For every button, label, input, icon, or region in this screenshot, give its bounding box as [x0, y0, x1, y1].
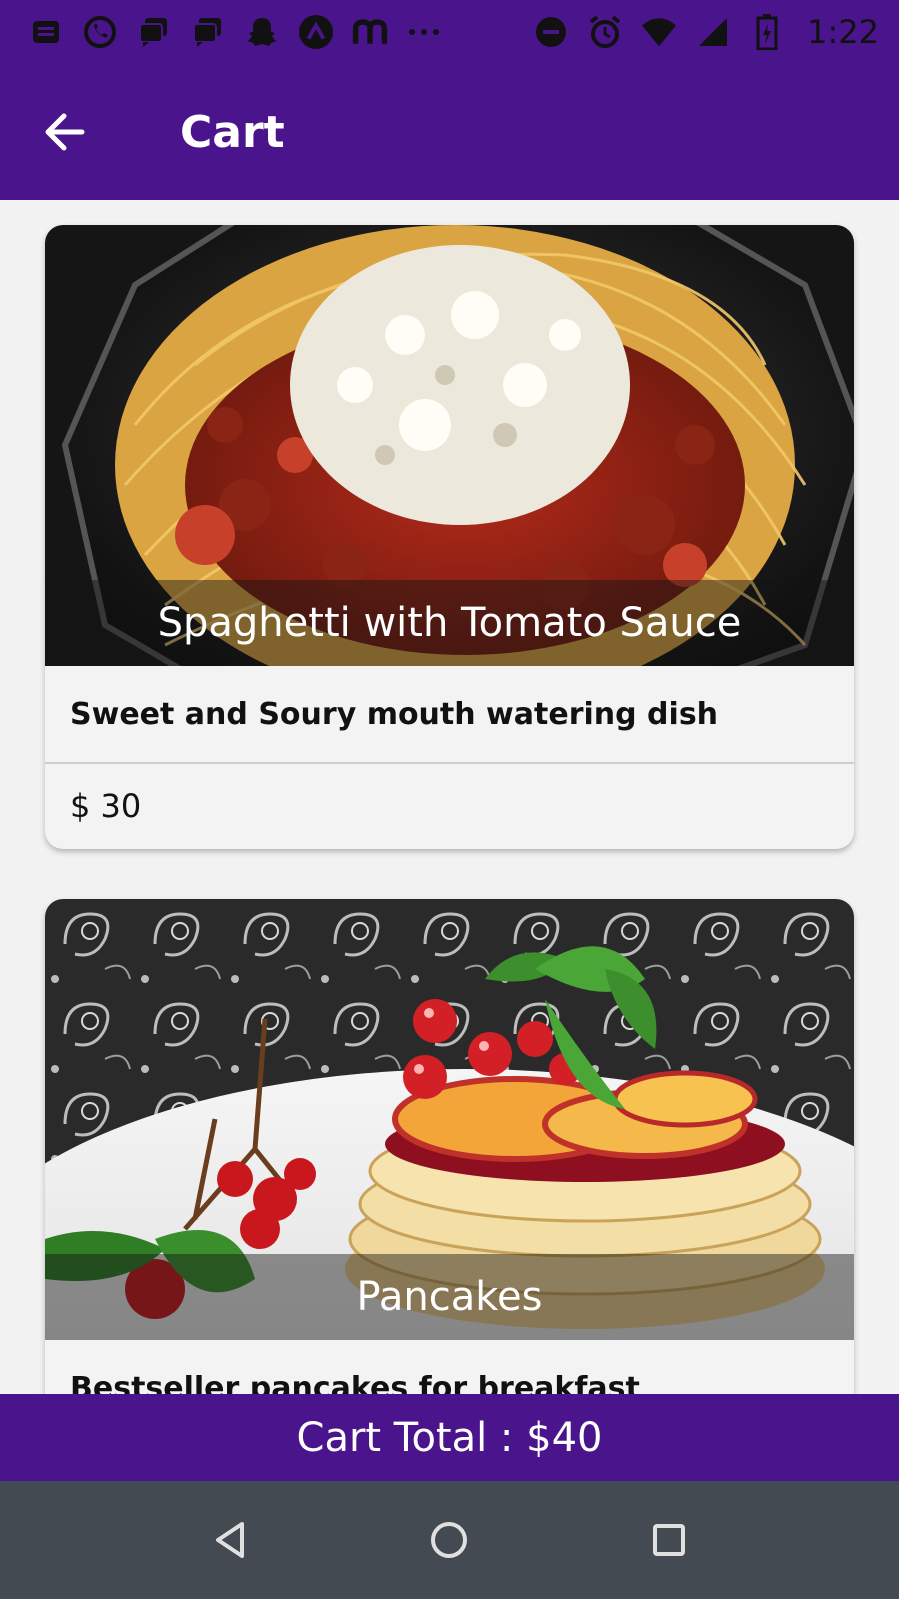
nav-recents-button[interactable]: [629, 1500, 709, 1580]
item-name: Spaghetti with Tomato Sauce: [45, 580, 854, 666]
alarm-icon: [587, 14, 623, 50]
item-price: $ 30: [70, 787, 142, 825]
cart-item-card[interactable]: Pancakes Bestseller pancakes for breakfa…: [45, 899, 854, 1394]
cart-total-label: Cart Total : $40: [296, 1414, 603, 1461]
food-image: Spaghetti with Tomato Sauce: [45, 225, 854, 666]
arc-icon: [298, 14, 334, 50]
nav-back-button[interactable]: [190, 1500, 270, 1580]
system-status-icons: 1:22: [533, 13, 879, 51]
whatsapp-icon: [82, 14, 118, 50]
message-icon: [28, 14, 64, 50]
status-time: 1:22: [807, 13, 879, 51]
battery-icon: [749, 14, 785, 50]
recents-square-icon: [653, 1524, 686, 1556]
item-name: Pancakes: [45, 1254, 854, 1340]
dnd-icon: [533, 14, 569, 50]
system-nav-bar: [0, 1481, 899, 1599]
food-image: Pancakes: [45, 899, 854, 1340]
item-description: Bestseller pancakes for breakfast: [45, 1340, 854, 1395]
cart-list[interactable]: Spaghetti with Tomato Sauce Sweet and So…: [0, 200, 899, 1394]
item-description: Sweet and Soury mouth watering dish: [45, 666, 854, 764]
notification-icons: [28, 14, 442, 50]
back-button[interactable]: [24, 92, 104, 172]
home-circle-icon: [431, 1522, 468, 1558]
cart-item-card[interactable]: Spaghetti with Tomato Sauce Sweet and So…: [45, 225, 854, 849]
status-bar: 1:22: [0, 0, 899, 64]
nav-home-button[interactable]: [409, 1500, 489, 1580]
signal-icon: [695, 14, 731, 50]
wifi-icon: [641, 14, 677, 50]
m-icon: [352, 14, 388, 50]
back-triangle-icon: [215, 1522, 244, 1558]
chat-icon: [136, 14, 172, 50]
chat-icon: [190, 14, 226, 50]
arrow-left-icon: [45, 113, 85, 151]
more-dots-icon: [406, 14, 442, 50]
app-bar: Cart: [0, 64, 899, 200]
cart-total-bar[interactable]: Cart Total : $40: [0, 1394, 899, 1481]
page-title: Cart: [180, 106, 285, 158]
snapchat-icon: [244, 14, 280, 50]
